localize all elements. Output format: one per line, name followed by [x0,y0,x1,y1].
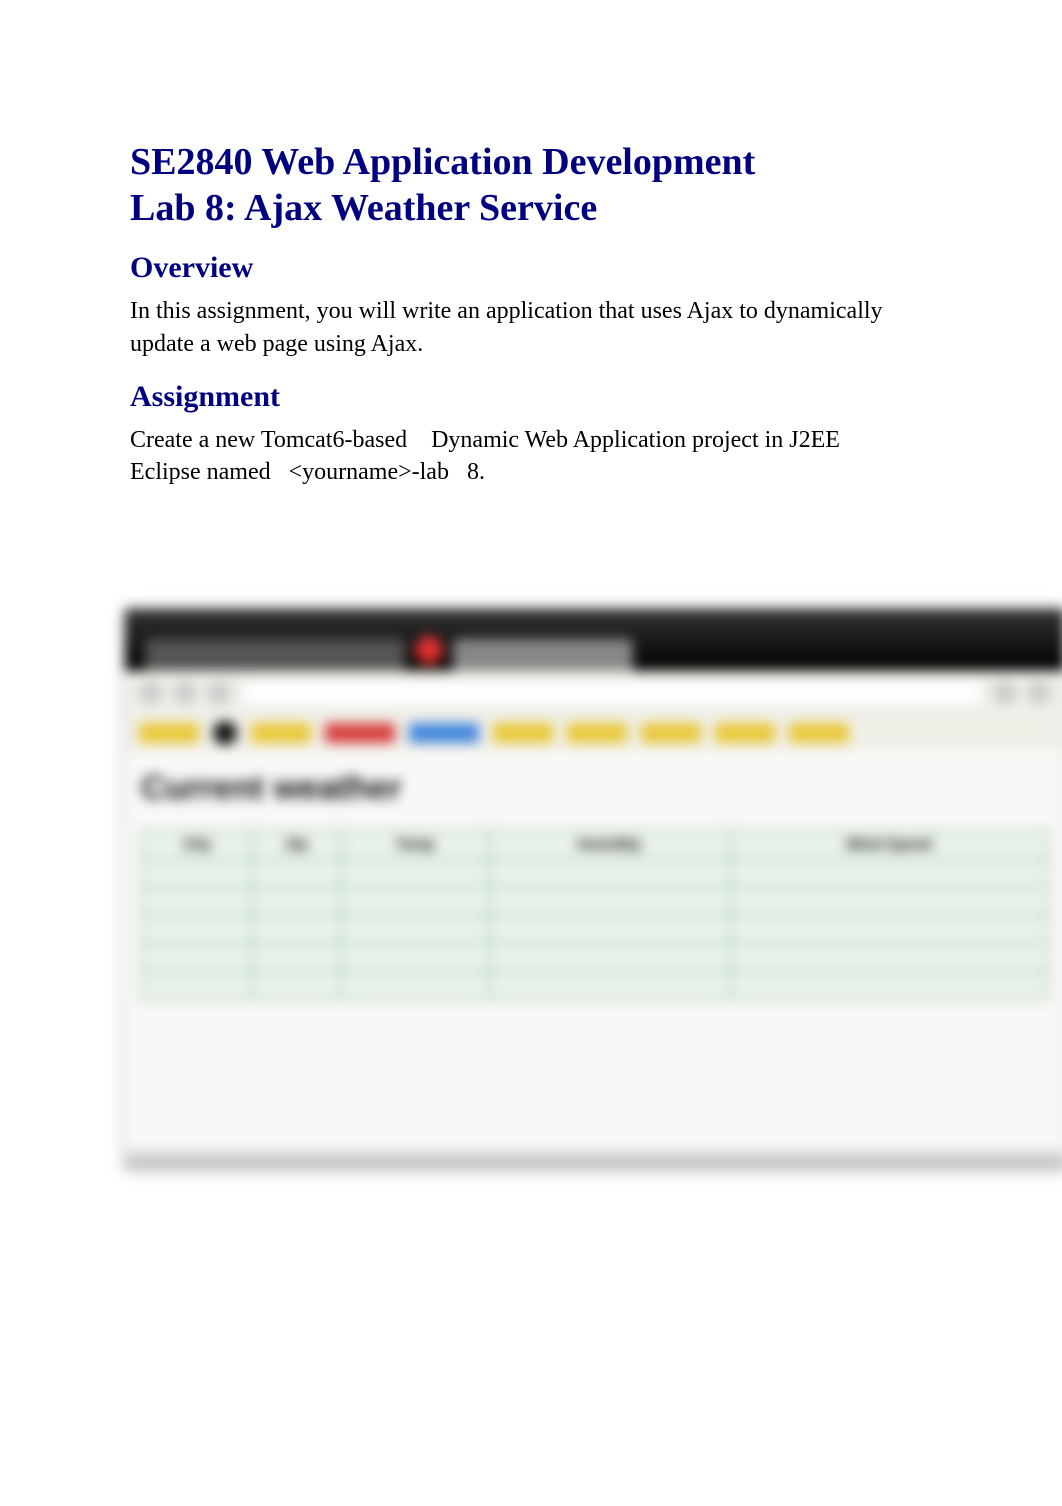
browser-tab [145,639,405,671]
document-title: SE2840 Web Application Development Lab 8… [130,140,932,231]
embedded-browser-screenshot: Current weather City Zip Temp Humidity W… [125,609,1062,1169]
browser-tab-strip [125,609,1062,671]
page-content: Current weather City Zip Temp Humidity W… [125,751,1062,1018]
reload-icon [207,681,231,705]
bookmark-star-icon [993,681,1017,705]
col-header: Wind Speed [730,831,1048,859]
assignment-heading: Assignment [130,380,932,414]
weather-table: City Zip Temp Humidity Wind Speed [141,830,1049,1000]
overview-heading: Overview [130,251,932,285]
col-header: Humidity [489,831,729,859]
table-row [142,859,1048,887]
overview-body: In this assignment, you will write an ap… [130,295,890,360]
browser-status-bar [125,1151,1062,1169]
table-row [142,971,1048,999]
page-heading: Current weather [141,769,1049,808]
bookmark-item [251,723,311,743]
bookmark-item [409,723,479,743]
address-bar [241,679,983,707]
bookmark-item [641,723,701,743]
bookmark-item [325,723,395,743]
browser-toolbar [125,671,1062,715]
bookmark-item [213,721,237,745]
menu-icon [1027,681,1051,705]
bookmark-item [789,723,849,743]
back-icon [139,681,163,705]
bookmark-item [139,723,199,743]
table-header-row: City Zip Temp Humidity Wind Speed [142,831,1048,859]
col-header: Zip [252,831,341,859]
bookmark-item [715,723,775,743]
col-header: City [142,831,252,859]
table-row [142,915,1048,943]
title-line-2: Lab 8: Ajax Weather Service [130,187,597,229]
bookmark-item [567,723,627,743]
col-header: Temp [341,831,489,859]
assignment-body: Create a new Tomcat6-based Dynamic Web A… [130,424,890,489]
bookmark-item [493,723,553,743]
bookmarks-bar [125,715,1062,751]
forward-icon [173,681,197,705]
table-row [142,943,1048,971]
title-line-1: SE2840 Web Application Development [130,141,755,183]
browser-tab [453,639,633,671]
table-row [142,887,1048,915]
tab-favicon-icon [415,636,443,664]
